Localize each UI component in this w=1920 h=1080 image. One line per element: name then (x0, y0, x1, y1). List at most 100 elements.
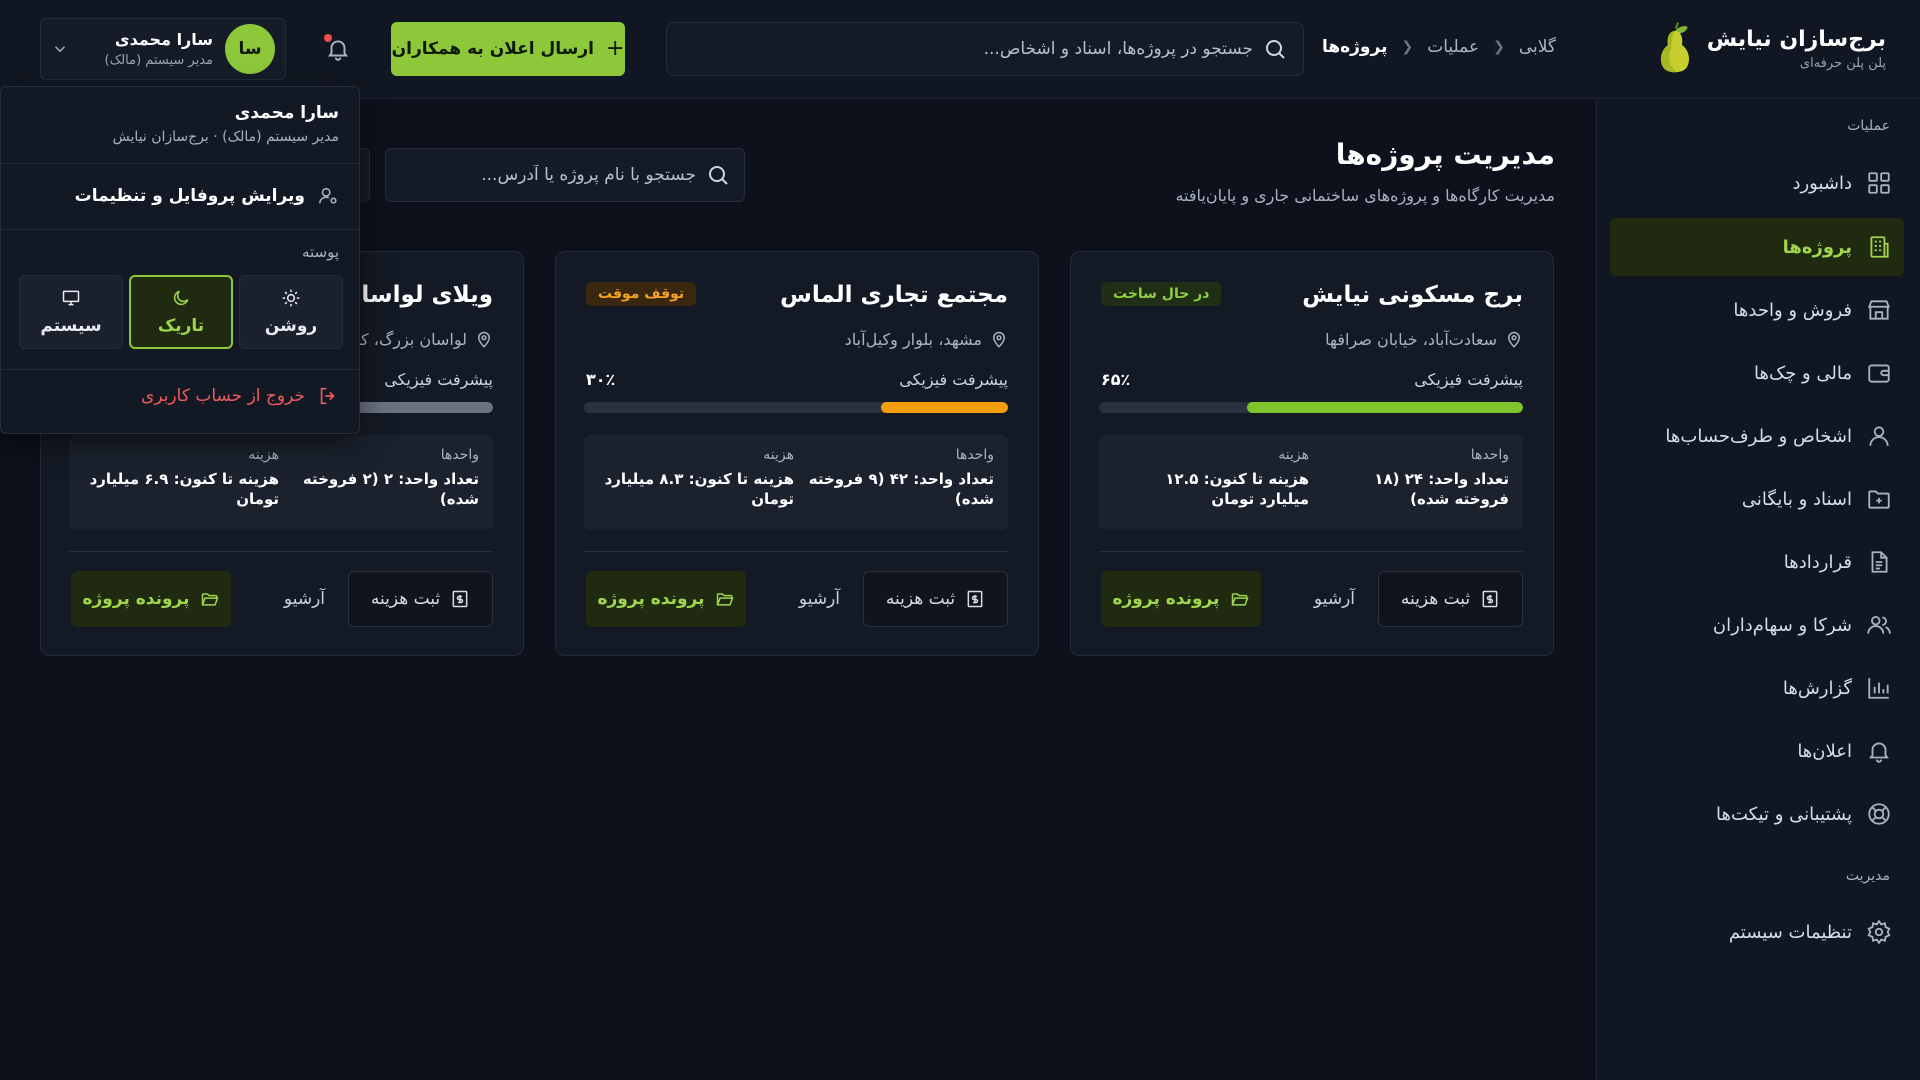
sidebar-item-label: فروش و واحدها (1733, 299, 1852, 321)
add-cost-label: ثبت هزینه (370, 589, 441, 609)
sidebar-item-contracts[interactable]: قراردادها (1610, 533, 1904, 591)
user-menu-toggle[interactable]: سا سارا محمدی مدیر سیستم (مالک) (40, 18, 286, 80)
sidebar-item-label: داشبورد (1792, 172, 1852, 194)
project-location: مشهد، بلوار وکیل‌آباد (845, 330, 1008, 349)
brand-title: برج‌سازان نیایش (1706, 27, 1886, 52)
theme-system-label: سیستم (40, 316, 102, 336)
theme-system-option[interactable]: سیستم (19, 275, 123, 349)
receipt-icon (452, 590, 468, 608)
units-value: تعداد واحد: ۲۴ (۱۸ فروخته شده) (1374, 470, 1509, 508)
project-file-button[interactable]: پرونده پروژه (71, 571, 231, 627)
user-dropdown-menu: سارا محمدی مدیر سیستم (مالک) · برج‌سازان… (0, 86, 360, 434)
dropdown-divider (1, 229, 359, 230)
project-title[interactable]: برج مسکونی نیایش (1302, 282, 1523, 308)
sidebar-item-projects[interactable]: پروژه‌ها (1610, 218, 1904, 276)
logout-item[interactable]: خروج از حساب کاربری (141, 385, 339, 407)
archive-button[interactable]: آرشیو (284, 571, 325, 627)
theme-light-option[interactable]: روشن (239, 275, 343, 349)
project-location-text: سعادت‌آباد، خیابان صرافها (1325, 330, 1497, 349)
sidebar-section-operations: عملیات (1847, 118, 1890, 134)
project-search[interactable] (385, 148, 745, 202)
sidebar-item-label: اعلان‌ها (1797, 740, 1852, 762)
page-title: مدیریت پروژه‌ها (1335, 138, 1555, 171)
monitor-icon (62, 290, 80, 306)
add-cost-button[interactable]: ثبت هزینه (348, 571, 493, 627)
users-icon (1867, 615, 1891, 634)
cost-column: هزینه هزینه تا کنون: ۱۲.۵ میلیارد تومان (1119, 447, 1309, 509)
notification-dot (324, 34, 332, 42)
sidebar-item-sales[interactable]: فروش و واحدها (1610, 281, 1904, 339)
breadcrumb: گلابی ❮ عملیات ❮ پروژه‌ها (1322, 37, 1556, 57)
sidebar-item-settings[interactable]: تنظیمات سیستم (1610, 903, 1904, 961)
brand[interactable]: برج‌سازان نیایش پلن پلن حرفه‌ای (1657, 22, 1886, 76)
theme-light-label: روشن (264, 316, 318, 336)
archive-button[interactable]: آرشیو (1314, 571, 1355, 627)
sidebar-section-admin: مدیریت (1845, 868, 1890, 884)
sidebar-item-notifications[interactable]: اعلان‌ها (1610, 722, 1904, 780)
units-label: واحدها (955, 447, 994, 463)
units-label: واحدها (1470, 447, 1509, 463)
page-subtitle: مدیریت کارگاه‌ها و پروژه‌های ساختمانی جا… (1175, 186, 1555, 205)
user-name: سارا محمدی (114, 30, 213, 49)
top-header: برج‌سازان نیایش پلن پلن حرفه‌ای گلابی ❮ … (0, 0, 1920, 99)
receipt-icon (1482, 590, 1498, 608)
project-location: سعادت‌آباد، خیابان صرافها (1325, 330, 1523, 349)
global-search-input[interactable] (683, 39, 1253, 59)
document-icon (1871, 551, 1888, 573)
sidebar-item-finance[interactable]: مالی و چک‌ها (1610, 344, 1904, 402)
progress-label: پیشرفت فیزیکی (899, 370, 1008, 389)
progress-bar (584, 402, 1008, 413)
breadcrumb-operations[interactable]: عملیات (1427, 37, 1479, 57)
archive-button[interactable]: آرشیو (799, 571, 840, 627)
sidebar-item-partners[interactable]: شرکا و سهام‌داران (1610, 596, 1904, 654)
cost-value: هزینه تا کنون: ۱۲.۵ میلیارد تومان (1165, 470, 1309, 508)
cost-label: هزینه (1278, 447, 1309, 463)
store-icon (1867, 300, 1891, 320)
logout-icon (320, 387, 335, 405)
project-file-label: پرونده پروژه (597, 589, 705, 609)
folder-open-icon (716, 593, 734, 606)
chevron-left-icon: ❮ (1493, 39, 1505, 55)
units-column: واحدها تعداد واحد: ۲۴ (۱۸ فروخته شده) (1319, 447, 1509, 509)
add-cost-button[interactable]: ثبت هزینه (863, 571, 1008, 627)
sidebar-item-dashboard[interactable]: داشبورد (1610, 154, 1904, 212)
plus-icon: + (605, 36, 625, 61)
units-value: تعداد واحد: ۲ (۲ فروخته شده) (302, 470, 479, 508)
add-cost-button[interactable]: ثبت هزینه (1378, 571, 1523, 627)
dropdown-user-role: مدیر سیستم (مالک) · برج‌سازان نیایش (112, 129, 339, 145)
building-icon (1870, 236, 1889, 258)
wallet-icon (1868, 364, 1890, 383)
project-file-button[interactable]: پرونده پروژه (586, 571, 746, 627)
units-column: واحدها تعداد واحد: ۴۲ (۹ فروخته شده) (804, 447, 994, 509)
brand-subtitle: پلن پلن حرفه‌ای (1799, 56, 1886, 71)
sidebar-item-label: مالی و چک‌ها (1754, 362, 1852, 384)
sidebar-item-persons[interactable]: اشخاص و طرف‌حساب‌ها (1610, 407, 1904, 465)
card-divider (584, 551, 1008, 552)
project-title[interactable]: مجتمع تجاری الماس (780, 282, 1008, 308)
sidebar-item-support[interactable]: پشتیبانی و تیکت‌ها (1610, 785, 1904, 843)
project-location-text: لواسان بزرگ، کو (352, 330, 467, 349)
dropdown-divider (1, 163, 359, 164)
send-announcement-button[interactable]: + ارسال اعلان به همکاران (391, 22, 625, 76)
theme-dark-option[interactable]: تاریک (129, 275, 233, 349)
add-cost-label: ثبت هزینه (885, 589, 956, 609)
sidebar: عملیات داشبورد پروژه‌ها فروش و واحدها ما… (1596, 100, 1920, 1080)
add-cost-label: ثبت هزینه (1400, 589, 1471, 609)
sidebar-item-documents[interactable]: اسناد و بایگانی (1610, 470, 1904, 528)
breadcrumb-root[interactable]: گلابی (1519, 37, 1556, 57)
person-icon (1869, 426, 1889, 446)
project-location-text: مشهد، بلوار وکیل‌آباد (844, 330, 982, 349)
status-badge: در حال ساخت (1101, 282, 1222, 306)
progress-label: پیشرفت فیزیکی (1414, 370, 1523, 389)
edit-profile-item[interactable]: ویرایش پروفایل و تنظیمات (75, 185, 339, 207)
sidebar-item-label: پشتیبانی و تیکت‌ها (1715, 803, 1852, 825)
project-file-label: پرونده پروژه (1112, 589, 1220, 609)
global-search[interactable] (666, 22, 1304, 76)
dropdown-user-name: سارا محمدی (234, 103, 339, 123)
sidebar-item-reports[interactable]: گزارش‌ها (1610, 659, 1904, 717)
project-search-input[interactable] (400, 165, 696, 185)
cost-column: هزینه هزینه تا کنون: ۶.۹ میلیارد تومان (89, 447, 279, 509)
project-file-button[interactable]: پرونده پروژه (1101, 571, 1261, 627)
project-title[interactable]: ویلای لواسان (342, 282, 493, 308)
bell-icon (1869, 742, 1889, 763)
